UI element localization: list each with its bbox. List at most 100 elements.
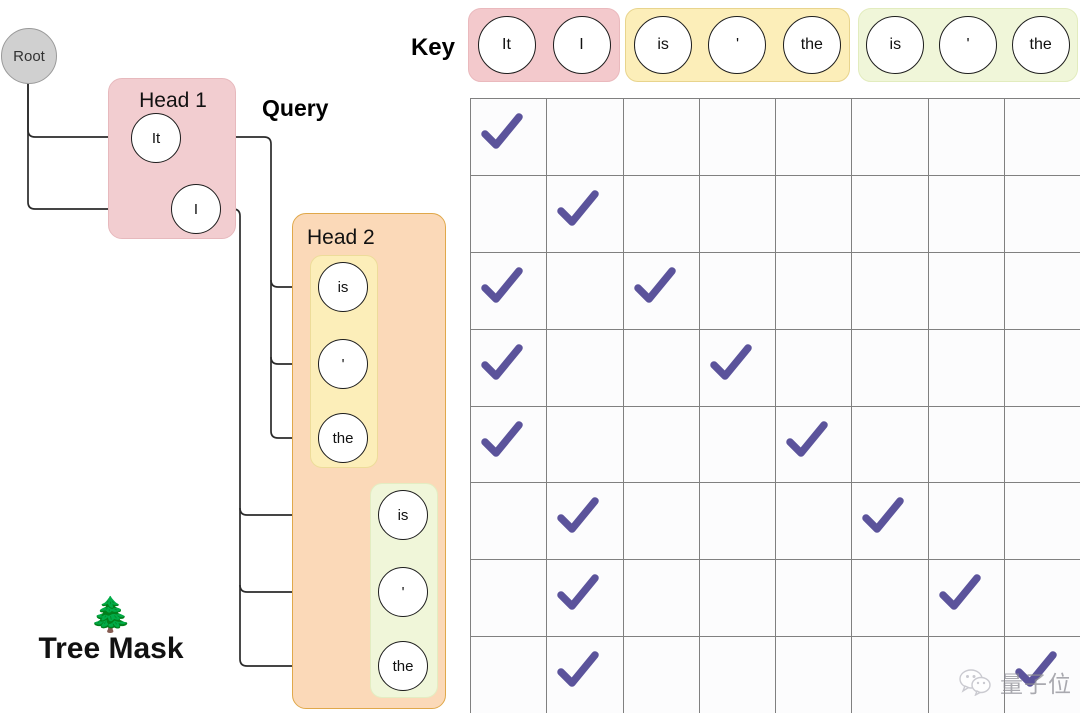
mask-cell[interactable] <box>776 483 853 561</box>
check-icon <box>481 267 523 303</box>
mask-cell[interactable] <box>699 99 776 176</box>
key-token-2[interactable]: is <box>634 16 693 74</box>
mask-cell[interactable] <box>699 252 776 330</box>
key-token-5[interactable]: is <box>866 16 925 74</box>
mask-cell[interactable] <box>852 99 929 176</box>
mask-cell[interactable] <box>547 483 624 561</box>
mask-cell[interactable] <box>928 406 1005 484</box>
query-node-head2a-0[interactable]: is <box>318 262 368 312</box>
mask-cell[interactable] <box>699 483 776 561</box>
key-group-head2-b[interactable]: is ' the <box>858 8 1078 82</box>
mask-cell[interactable] <box>471 175 548 253</box>
key-group-head2-a[interactable]: is ' the <box>625 8 850 82</box>
root-node[interactable]: Root <box>1 28 57 84</box>
watermark: 量子位 <box>959 665 1072 699</box>
query-node-label: is <box>337 278 349 296</box>
mask-cell[interactable] <box>852 175 929 253</box>
mask-cell[interactable] <box>547 406 624 484</box>
query-node-label: the <box>332 429 354 447</box>
mask-cell[interactable] <box>776 329 853 407</box>
mask-cell[interactable] <box>699 329 776 407</box>
mask-cell[interactable] <box>1004 175 1080 253</box>
mask-cell[interactable] <box>623 483 700 561</box>
mask-cell[interactable] <box>776 99 853 176</box>
query-node-head2a-1[interactable]: ' <box>318 339 368 389</box>
mask-cell[interactable] <box>547 175 624 253</box>
check-icon <box>481 343 523 380</box>
watermark-text: 量子位 <box>1000 672 1072 698</box>
mask-cell[interactable] <box>1004 329 1080 407</box>
mask-cell[interactable] <box>699 560 776 638</box>
mask-cell[interactable] <box>852 560 929 638</box>
mask-cell[interactable] <box>776 637 853 713</box>
mask-cell[interactable] <box>928 483 1005 561</box>
key-token-3[interactable]: ' <box>708 16 767 74</box>
mask-cell[interactable] <box>852 637 929 713</box>
mask-cell[interactable] <box>471 560 548 638</box>
mask-cell[interactable] <box>623 99 700 176</box>
mask-cell[interactable] <box>623 175 700 253</box>
mask-cell[interactable] <box>547 329 624 407</box>
mask-cell[interactable] <box>471 483 548 561</box>
mask-cell[interactable] <box>699 406 776 484</box>
mask-cell[interactable] <box>547 637 624 713</box>
query-node-head2a-2[interactable]: the <box>318 413 368 463</box>
key-token-label: ' <box>735 36 740 53</box>
mask-cell[interactable] <box>699 175 776 253</box>
mask-cell[interactable] <box>624 637 700 713</box>
mask-cell[interactable] <box>776 175 853 253</box>
mask-cell[interactable] <box>852 406 929 484</box>
key-token-0[interactable]: It <box>477 16 536 74</box>
query-node-head1-0[interactable]: It <box>131 113 181 163</box>
mask-cell[interactable] <box>776 560 853 638</box>
mask-cell[interactable] <box>1004 406 1080 484</box>
mask-cell[interactable] <box>547 99 624 176</box>
check-icon <box>557 497 599 534</box>
mask-cell[interactable] <box>928 329 1005 407</box>
mask-cell[interactable] <box>1004 560 1080 638</box>
key-token-label: is <box>889 36 902 53</box>
query-node-head2b-1[interactable]: ' <box>378 567 428 617</box>
mask-cell[interactable] <box>623 406 700 484</box>
mask-cell[interactable] <box>928 99 1005 176</box>
mask-cell[interactable] <box>623 252 700 330</box>
mask-cell[interactable] <box>928 175 1005 253</box>
mask-cell[interactable] <box>776 406 853 484</box>
query-node-head2b-0[interactable]: is <box>378 490 428 540</box>
check-icon <box>786 420 828 457</box>
mask-cell[interactable] <box>700 637 776 713</box>
mask-cell[interactable] <box>623 560 700 638</box>
mask-cell[interactable] <box>852 252 929 330</box>
key-token-4[interactable]: the <box>782 16 841 74</box>
mask-cell[interactable] <box>547 560 624 638</box>
mask-cell[interactable] <box>928 252 1005 330</box>
query-node-head1-1[interactable]: I <box>171 184 221 234</box>
key-group-head1[interactable]: It I <box>468 8 620 82</box>
check-icon <box>557 574 599 610</box>
mask-cell[interactable] <box>1004 483 1080 561</box>
query-node-head2b-2[interactable]: the <box>378 641 428 691</box>
attention-mask-matrix <box>470 98 1080 713</box>
mask-cell[interactable] <box>928 560 1005 638</box>
check-icon <box>481 420 523 457</box>
key-token-7[interactable]: the <box>1011 16 1070 74</box>
key-token-label: I <box>579 36 584 53</box>
mask-cell[interactable] <box>471 329 548 407</box>
key-token-1[interactable]: I <box>552 16 611 74</box>
query-node-label: It <box>151 129 161 147</box>
mask-cell[interactable] <box>471 406 548 484</box>
mask-cell[interactable] <box>623 329 700 407</box>
mask-cell[interactable] <box>471 637 548 713</box>
key-token-6[interactable]: ' <box>938 16 997 74</box>
query-node-label: I <box>193 200 199 218</box>
mask-cell[interactable] <box>1004 252 1080 330</box>
mask-cell[interactable] <box>471 99 548 176</box>
mask-cell[interactable] <box>547 252 624 330</box>
mask-cell[interactable] <box>471 252 548 330</box>
mask-cell[interactable] <box>852 483 929 561</box>
tree-mask-caption: Tree Mask <box>38 632 184 665</box>
mask-cell[interactable] <box>852 329 929 407</box>
mask-cell[interactable] <box>1004 99 1080 176</box>
mask-cell[interactable] <box>776 252 853 330</box>
head2-title: Head 2 <box>307 226 375 249</box>
